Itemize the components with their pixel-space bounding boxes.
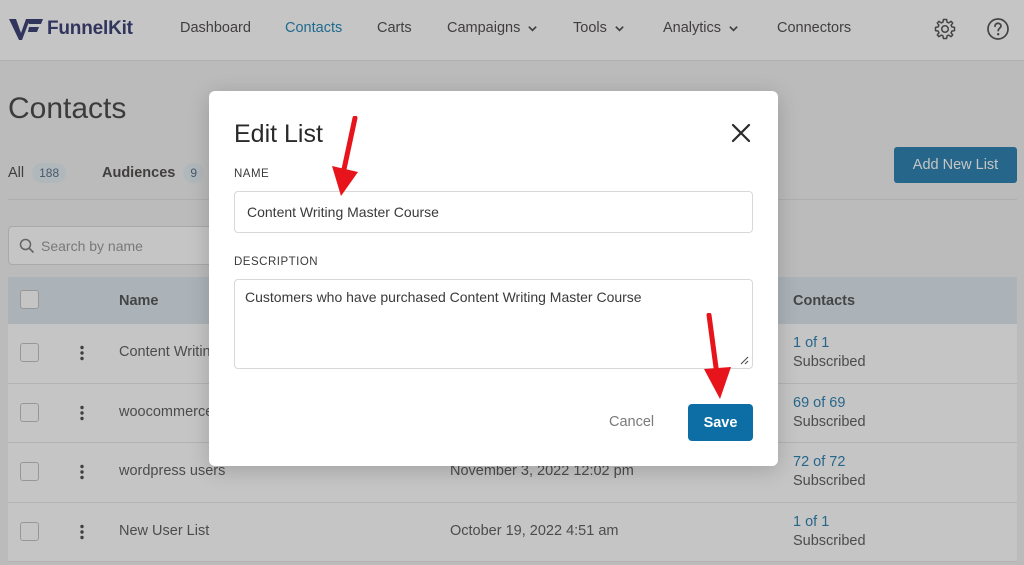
annotation-arrow-save xyxy=(704,313,731,399)
name-field-label: NAME xyxy=(234,168,270,180)
dialog-title: Edit List xyxy=(234,120,323,148)
resize-handle-icon[interactable] xyxy=(738,354,749,365)
edit-list-dialog: Edit List NAME DESCRIPTION Customers who… xyxy=(209,91,778,466)
close-icon[interactable] xyxy=(729,121,753,145)
annotation-arrow-name xyxy=(332,116,358,196)
description-field-label: DESCRIPTION xyxy=(234,256,319,268)
save-button[interactable]: Save xyxy=(688,404,753,441)
description-field[interactable]: Customers who have purchased Content Wri… xyxy=(234,279,753,369)
cancel-button[interactable]: Cancel xyxy=(609,414,654,430)
list-name-field[interactable] xyxy=(234,191,753,233)
